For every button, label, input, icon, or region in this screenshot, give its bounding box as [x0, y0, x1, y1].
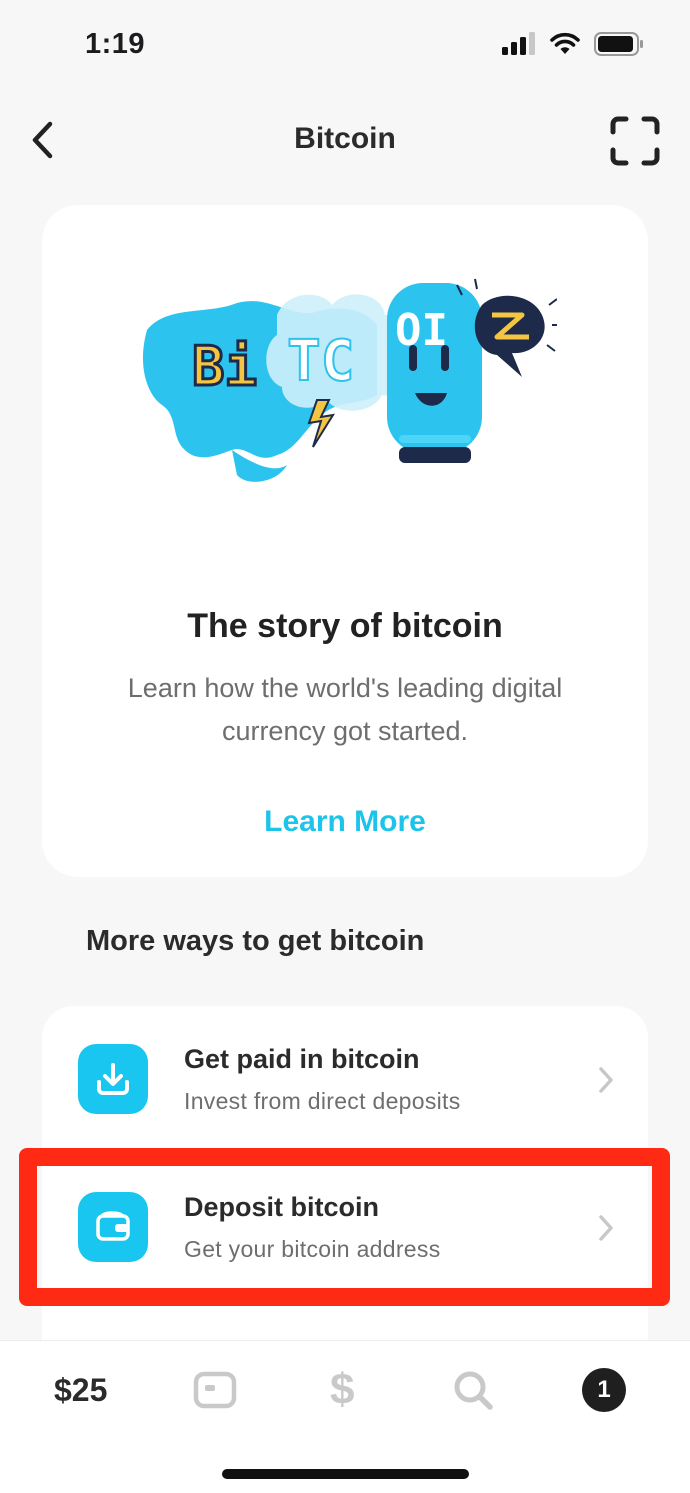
- chevron-right-icon: [599, 1067, 613, 1093]
- tab-card[interactable]: [193, 1367, 237, 1413]
- wallet-icon: [78, 1192, 148, 1262]
- get-paid-in-bitcoin-option[interactable]: Get paid in bitcoin Invest from direct d…: [42, 1010, 648, 1150]
- tab-cash[interactable]: $: [330, 1365, 354, 1414]
- option-title: Deposit bitcoin: [184, 1192, 379, 1222]
- deposit-bitcoin-option[interactable]: Deposit bitcoin Get your bitcoin address: [42, 1158, 648, 1298]
- wifi-icon: [550, 32, 580, 54]
- story-title: The story of bitcoin: [187, 607, 503, 645]
- battery-icon: [594, 32, 643, 56]
- navigation-bar: Bitcoin: [0, 100, 690, 180]
- learn-more-link[interactable]: Learn More: [42, 805, 648, 839]
- story-card: Bi TC OI The story of bitcoin Learn how …: [42, 205, 648, 877]
- card-icon: [193, 1371, 237, 1409]
- options-list: Get paid in bitcoin Invest from direct d…: [42, 1006, 648, 1341]
- status-time: 1:19: [85, 28, 146, 60]
- search-icon: [454, 1371, 493, 1410]
- option-title: Get paid in bitcoin: [184, 1044, 420, 1074]
- story-description: Learn how the world's leading digital cu…: [127, 673, 563, 746]
- section-title: More ways to get bitcoin: [86, 925, 425, 957]
- svg-text:OI: OI: [395, 305, 448, 356]
- home-indicator: [222, 1469, 469, 1479]
- svg-text:Bi: Bi: [192, 335, 257, 398]
- qr-scan-icon: [610, 116, 660, 166]
- svg-text:TC: TC: [287, 329, 354, 394]
- cellular-signal-icon: [502, 32, 535, 55]
- scan-button[interactable]: [610, 116, 660, 166]
- tab-search[interactable]: [452, 1367, 494, 1413]
- status-bar: 1:19: [0, 0, 690, 92]
- page-title: Bitcoin: [294, 122, 396, 155]
- status-icons: [502, 32, 644, 56]
- tab-activity-badge[interactable]: 1: [582, 1368, 626, 1412]
- tab-balance[interactable]: $25: [54, 1367, 107, 1413]
- chevron-right-icon: [599, 1215, 613, 1241]
- option-subtitle: Get your bitcoin address: [184, 1236, 441, 1262]
- download-icon: [78, 1044, 148, 1114]
- option-subtitle: Invest from direct deposits: [184, 1088, 461, 1114]
- bitcoin-illustration: Bi TC OI: [142, 278, 557, 482]
